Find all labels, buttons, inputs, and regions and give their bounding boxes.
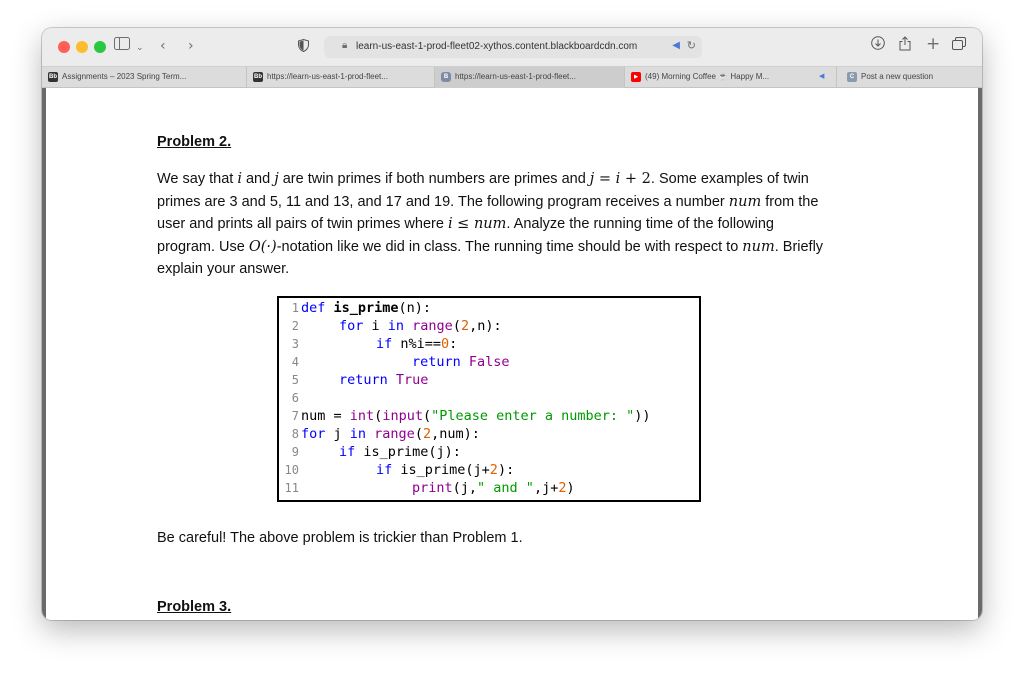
blackboard-icon: B <box>441 72 451 82</box>
zoom-window-button[interactable] <box>94 41 106 53</box>
forward-icon[interactable]: › <box>188 36 194 56</box>
tab-label: Assignments – 2023 Spring Term... <box>62 72 187 81</box>
page-content: Problem 2. We say that i and j are twin … <box>42 88 982 620</box>
back-icon[interactable]: ‹ <box>160 36 166 56</box>
text-line: explain your answer. <box>157 261 290 277</box>
warning-text: Be careful! The above problem is trickie… <box>157 530 523 546</box>
tab-label: https://learn-us-east-1-prod-fleet... <box>267 72 388 81</box>
text-line: user and prints all pairs of twin primes… <box>157 216 774 232</box>
new-tab-icon[interactable]: + <box>926 34 940 54</box>
youtube-icon: ▶ <box>631 72 641 82</box>
title-bar: ⌄ ‹ › 🔒︎ learn-us-east-1-prod-fleet02-xy… <box>42 28 982 66</box>
close-window-button[interactable] <box>58 41 70 53</box>
audio-playing-icon[interactable]: ◀︎ <box>819 72 824 80</box>
tab-label: https://learn-us-east-1-prod-fleet... <box>455 72 576 81</box>
address-bar[interactable]: 🔒︎ learn-us-east-1-prod-fleet02-xythos.c… <box>324 36 702 58</box>
tab-blackboard-file[interactable]: Bb https://learn-us-east-1-prod-fleet... <box>246 67 434 88</box>
blackboard-icon: Bb <box>48 72 58 82</box>
tab-overview-icon[interactable] <box>952 36 966 56</box>
blackboard-icon: Bb <box>253 72 263 82</box>
tab-assignments[interactable]: Bb Assignments – 2023 Spring Term... <box>42 67 246 88</box>
browser-window: ⌄ ‹ › 🔒︎ learn-us-east-1-prod-fleet02-xy… <box>42 28 982 620</box>
code-block: 1 def is_prime(n): 2 for i in range(2,n): … <box>277 296 701 502</box>
text-line: program. Use O(·)-notation like we did i… <box>157 238 824 255</box>
tab-active-document[interactable]: B https://learn-us-east-1-prod-fleet... <box>434 67 624 88</box>
text-line: We say that i and j are twin primes if b… <box>157 171 809 187</box>
sidebar-toggle-icon[interactable] <box>114 36 130 56</box>
problem-3-title: Problem 3. <box>157 599 232 615</box>
download-icon[interactable] <box>871 36 885 56</box>
url-text: learn-us-east-1-prod-fleet02-xythos.cont… <box>356 41 638 52</box>
shield-icon[interactable] <box>298 38 309 58</box>
problem-2-text: We say that i and j are twin primes if b… <box>157 168 877 281</box>
chegg-icon: C <box>847 72 857 82</box>
tab-youtube[interactable]: ▶ (49) Morning Coffee ☕ Happy M... ◀︎ <box>624 67 836 88</box>
chevron-down-icon[interactable]: ⌄ <box>136 38 144 58</box>
tab-bar: Bb Assignments – 2023 Spring Term... Bb … <box>42 66 982 88</box>
minimize-window-button[interactable] <box>76 41 88 53</box>
lock-icon: 🔒︎ <box>342 40 348 51</box>
tab-label: Post a new question <box>861 72 934 81</box>
audio-icon[interactable]: ◀︎ <box>672 40 680 51</box>
tab-post-question[interactable]: C Post a new question <box>836 67 982 88</box>
problem-2-title: Problem 2. <box>157 134 232 150</box>
share-icon[interactable] <box>899 36 911 57</box>
tab-label: (49) Morning Coffee ☕ Happy M... <box>645 72 770 81</box>
text-line: primes are 3 and 5, 11 and 13, and 17 an… <box>157 193 819 210</box>
reload-icon[interactable]: ↻ <box>687 39 696 52</box>
